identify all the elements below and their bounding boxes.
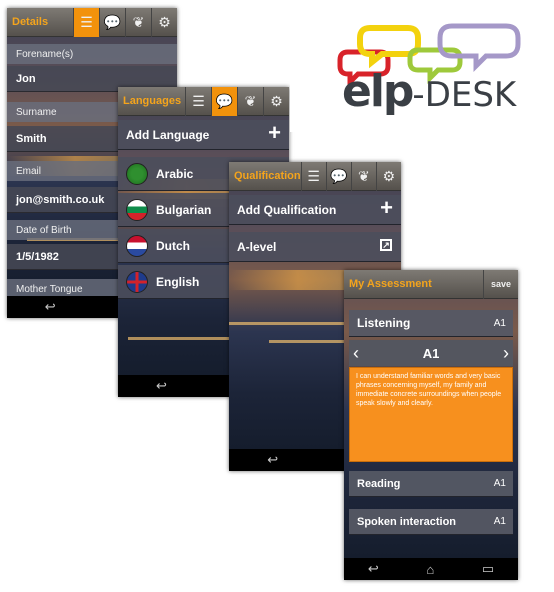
recent-apps-icon[interactable]: ▭ — [482, 561, 494, 577]
page-title: Details — [12, 16, 49, 28]
flag-icon — [126, 270, 148, 293]
logo-desk: -DESK — [412, 75, 517, 115]
level-description: I can understand familiar words and very… — [349, 367, 513, 462]
page-title: Qualification — [234, 170, 301, 182]
assessment-header: My Assessment save — [344, 270, 518, 299]
level-badge: A1 — [493, 516, 506, 527]
level-badge: A1 — [493, 317, 506, 329]
plus-icon: + — [380, 195, 393, 220]
skill-row-reading[interactable]: Reading A1 — [349, 471, 513, 497]
language-label: English — [156, 274, 200, 289]
selected-level: A1 — [422, 345, 440, 361]
flag-icon — [126, 162, 148, 185]
add-language-label: Add Language — [126, 127, 210, 142]
language-label: Bulgarian — [156, 202, 212, 217]
languages-header: Languages ☰ 💬 ❦ ⚙ — [118, 87, 289, 116]
gear-icon[interactable]: ⚙ — [263, 87, 289, 116]
language-label: Arabic — [156, 166, 194, 181]
flag-icon — [126, 198, 148, 221]
chevron-left-icon[interactable]: ‹ — [353, 343, 359, 364]
add-qualification-button[interactable]: Add Qualification + — [229, 195, 401, 225]
nav-bar: ↩ ⌂ ▭ — [344, 558, 518, 580]
save-button[interactable]: save — [482, 270, 518, 299]
open-external-icon[interactable]: ↗ — [380, 239, 392, 251]
qualification-header: Qualification ☰ 💬 ❦ ⚙ — [229, 162, 401, 191]
skill-row-listening[interactable]: Listening A1 — [349, 310, 513, 337]
logo-elp: elp — [342, 66, 414, 117]
elp-desk-logo: elp -DESK — [290, 8, 548, 132]
back-arrow-icon[interactable]: ↩ — [267, 452, 278, 468]
badge-icon[interactable]: ❦ — [237, 87, 263, 116]
list-icon[interactable]: ☰ — [300, 162, 326, 191]
flag-icon — [126, 234, 148, 257]
back-arrow-icon[interactable]: ↩ — [156, 378, 167, 394]
level-selector: ‹ A1 › — [349, 340, 513, 366]
skill-row-spoken-interaction[interactable]: Spoken interaction A1 — [349, 509, 513, 535]
qualification-item[interactable]: A-level ↗ — [229, 232, 401, 262]
description-text: I can understand familiar words and very… — [356, 373, 502, 407]
skill-label: Reading — [357, 477, 401, 490]
back-arrow-icon[interactable]: ↩ — [368, 561, 379, 577]
skill-label: Spoken interaction — [357, 515, 457, 528]
plus-icon: + — [268, 120, 281, 145]
list-icon[interactable]: ☰ — [73, 8, 99, 37]
page-title: My Assessment — [349, 278, 432, 290]
speech-bubbles-icon[interactable]: 💬 — [99, 8, 125, 37]
level-badge: A1 — [493, 478, 506, 489]
details-header: Details ☰ 💬 ❦ ⚙ — [7, 8, 177, 37]
gear-icon[interactable]: ⚙ — [375, 162, 401, 191]
list-icon[interactable]: ☰ — [185, 87, 211, 116]
gear-icon[interactable]: ⚙ — [151, 8, 177, 37]
language-label: Dutch — [156, 238, 190, 253]
speech-bubbles-icon[interactable]: 💬 — [325, 162, 351, 191]
qualification-label: A-level — [237, 239, 277, 254]
chevron-right-icon[interactable]: › — [503, 343, 509, 364]
home-icon[interactable]: ⌂ — [426, 562, 434, 577]
skill-label: Listening — [357, 316, 411, 330]
page-title: Languages — [123, 95, 182, 107]
assessment-screen: My Assessment save Listening A1 ‹ A1 › I… — [344, 270, 518, 580]
back-arrow-icon[interactable]: ↩ — [45, 299, 56, 315]
forename-label: Forename(s) — [7, 44, 177, 64]
badge-icon[interactable]: ❦ — [125, 8, 151, 37]
logo-text: elp -DESK — [342, 66, 516, 117]
add-qualification-label: Add Qualification — [237, 202, 337, 217]
badge-icon[interactable]: ❦ — [350, 162, 376, 191]
add-language-button[interactable]: Add Language + — [118, 120, 289, 150]
speech-bubbles-icon[interactable]: 💬 — [211, 87, 237, 116]
